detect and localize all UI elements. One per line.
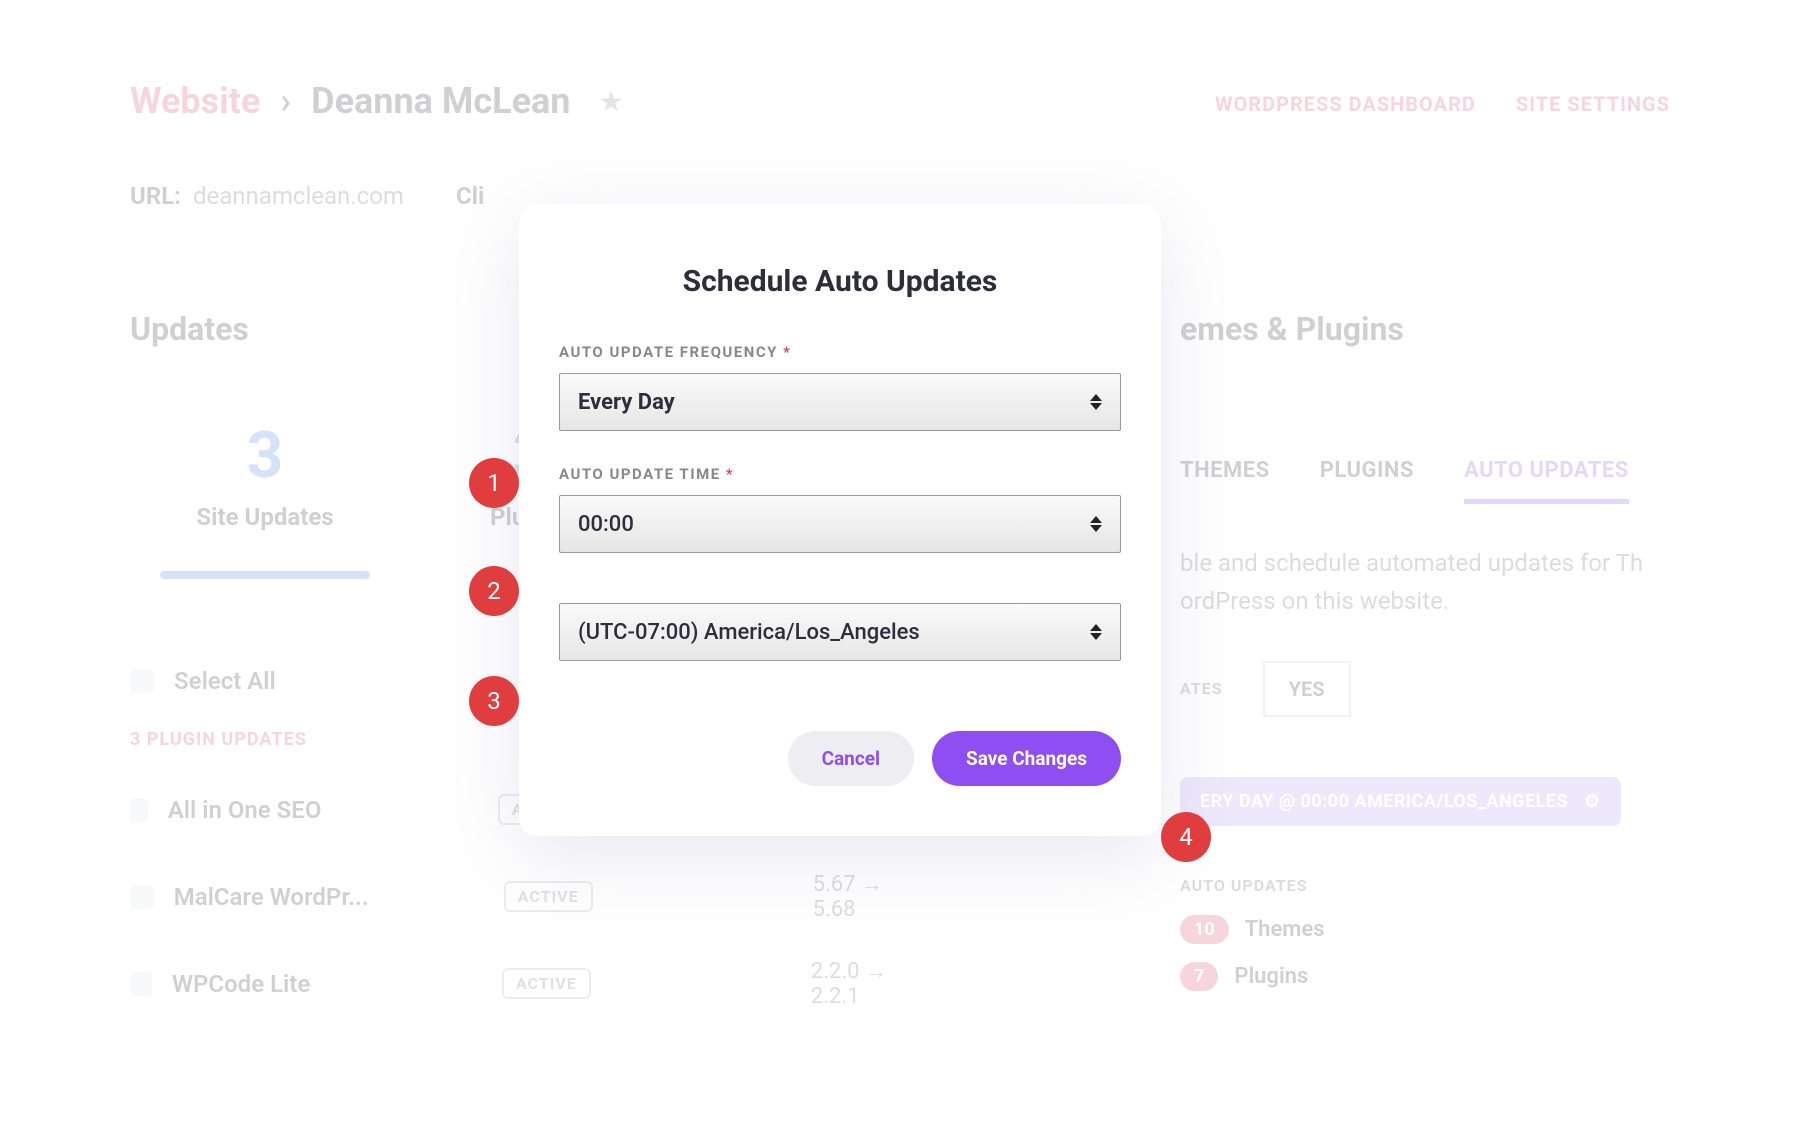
annotation-marker-1: 1: [469, 458, 519, 508]
timezone-select[interactable]: (UTC-07:00) America/Los_Angeles: [559, 603, 1121, 661]
frequency-select[interactable]: Every Day: [559, 373, 1121, 431]
dropdown-arrows-icon: [1090, 516, 1102, 532]
frequency-label: AUTO UPDATE FREQUENCY *: [559, 343, 1121, 361]
modal-overlay: 1 2 3 4 Schedule Auto Updates AUTO UPDAT…: [0, 0, 1800, 1140]
annotation-marker-3: 3: [469, 676, 519, 726]
modal-actions: Cancel Save Changes: [559, 731, 1121, 786]
frequency-value: Every Day: [578, 390, 675, 415]
time-label: AUTO UPDATE TIME *: [559, 465, 1121, 483]
time-value: 00:00: [578, 512, 634, 537]
field-time: AUTO UPDATE TIME * 00:00: [559, 465, 1121, 553]
schedule-modal: 1 2 3 4 Schedule Auto Updates AUTO UPDAT…: [519, 204, 1161, 836]
annotation-marker-4: 4: [1161, 812, 1211, 862]
annotation-marker-2: 2: [469, 566, 519, 616]
save-button[interactable]: Save Changes: [932, 731, 1121, 786]
dropdown-arrows-icon: [1090, 624, 1102, 640]
timezone-value: (UTC-07:00) America/Los_Angeles: [578, 620, 920, 645]
field-frequency: AUTO UPDATE FREQUENCY * Every Day: [559, 343, 1121, 431]
required-icon: *: [726, 465, 734, 483]
dropdown-arrows-icon: [1090, 394, 1102, 410]
time-select[interactable]: 00:00: [559, 495, 1121, 553]
required-icon: *: [783, 343, 791, 361]
field-timezone: (UTC-07:00) America/Los_Angeles: [559, 603, 1121, 661]
cancel-button[interactable]: Cancel: [788, 731, 914, 786]
modal-title: Schedule Auto Updates: [559, 264, 1121, 299]
